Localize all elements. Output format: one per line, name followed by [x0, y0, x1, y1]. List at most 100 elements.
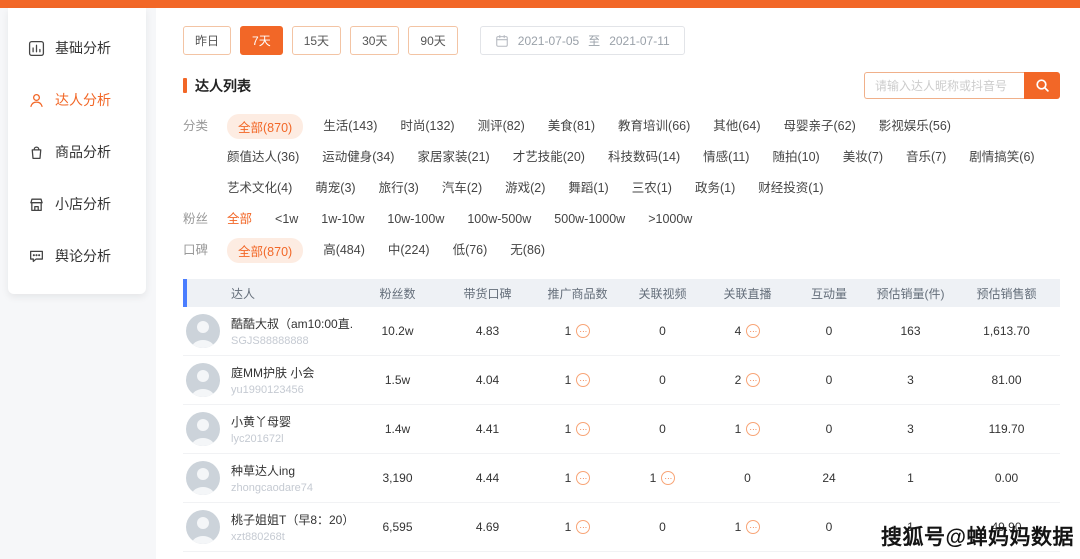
- table-cell: 0: [620, 373, 705, 387]
- table-cell: 1 ···: [535, 422, 620, 436]
- filter-option[interactable]: >1000w: [648, 204, 692, 235]
- filter-label: 口碑: [183, 243, 209, 257]
- filter-option[interactable]: 三农(1): [632, 173, 672, 204]
- influencer-avatar: [186, 314, 220, 348]
- filter-option[interactable]: 母婴亲子(62): [784, 111, 856, 142]
- filter-option[interactable]: 全部(870): [227, 238, 304, 263]
- cell-value: 2: [734, 373, 742, 387]
- more-icon[interactable]: ···: [576, 324, 591, 338]
- more-icon[interactable]: ···: [576, 471, 591, 485]
- filters: 分类 全部(870) 生活(143) 时尚(132) 测评(82) 美食(81) 教育培训(…: [183, 111, 1060, 266]
- filter-option[interactable]: 旅行(3): [379, 173, 419, 204]
- more-icon[interactable]: ···: [576, 520, 591, 534]
- filter-option[interactable]: 生活(143): [323, 111, 377, 142]
- table-cell: 0: [705, 471, 790, 485]
- filter-option[interactable]: 500w-1000w: [554, 204, 625, 235]
- filter-option[interactable]: 才艺技能(20): [513, 142, 585, 173]
- filter-option[interactable]: 家居家装(21): [417, 142, 489, 173]
- more-icon[interactable]: ···: [746, 373, 761, 387]
- sidebar-item-5[interactable]: 舆论分析: [8, 230, 146, 282]
- cell-value: 4.41: [475, 422, 500, 436]
- filter-option[interactable]: <1w: [275, 204, 298, 235]
- filter-option[interactable]: 游戏(2): [505, 173, 545, 204]
- filter-option[interactable]: 时尚(132): [400, 111, 454, 142]
- more-icon[interactable]: ···: [576, 422, 591, 436]
- filter-option[interactable]: 情感(11): [703, 142, 749, 173]
- filter-option[interactable]: 颜值达人(36): [227, 142, 299, 173]
- filter-option[interactable]: 低(76): [453, 235, 488, 266]
- influencer-name[interactable]: 桃子姐姐T（早8：20）: [231, 511, 353, 528]
- table-cell: 1 ···: [535, 373, 620, 387]
- filter-option[interactable]: 1w-10w: [321, 204, 364, 235]
- table-row[interactable]: 小黄丫母婴 lyc201672l 1.4w 4.41 1 ··· 0 1 ··· 0 3 119.70: [183, 405, 1060, 454]
- filter-option[interactable]: 运动健身(34): [322, 142, 394, 173]
- date-range-picker[interactable]: 2021-07-05 至 2021-07-11: [479, 26, 685, 55]
- cell-value: 1,613.70: [983, 324, 1030, 338]
- influencer-name[interactable]: 庭MM护肤 小会: [231, 364, 314, 381]
- filter-option[interactable]: 其他(64): [713, 111, 760, 142]
- cell-value: 24: [822, 471, 836, 485]
- influencer-cell: 庭MM护肤 小会 yu1990123456: [183, 363, 355, 397]
- influencer-cell: 桃子姐姐T（早8：20） xzt880268t: [183, 510, 355, 544]
- table-cell: 1 ···: [620, 471, 705, 485]
- filter-option[interactable]: 财经投资(1): [758, 173, 823, 204]
- cell-value: 1: [564, 471, 572, 485]
- date-filter-toolbar: 昨日 7天 15天 30天 90天 2021-07-05 至 2021-07-11: [183, 26, 1060, 55]
- cell-value: 0: [659, 422, 666, 436]
- filter-option[interactable]: 政务(1): [695, 173, 735, 204]
- date-button[interactable]: 昨日: [183, 26, 232, 55]
- filter-option[interactable]: 艺术文化(4): [227, 173, 292, 204]
- main-content: 昨日 7天 15天 30天 90天 2021-07-05 至 2021-07-11 达人…: [156, 8, 1080, 559]
- more-icon[interactable]: ···: [746, 422, 761, 436]
- filter-option[interactable]: 高(484): [323, 235, 365, 266]
- filter-option[interactable]: 10w-100w: [387, 204, 444, 235]
- more-icon[interactable]: ···: [576, 373, 591, 387]
- influencer-name[interactable]: 酷酷大叔（am10:00直...: [231, 315, 353, 332]
- cell-value: 1: [734, 422, 742, 436]
- sidebar-item-1[interactable]: 基础分析: [8, 22, 146, 74]
- date-button[interactable]: 7天: [240, 26, 283, 55]
- shop-icon: [28, 196, 45, 213]
- search-button[interactable]: [1024, 72, 1060, 99]
- filter-option[interactable]: 无(86): [510, 235, 545, 266]
- table-cell: 3,190: [355, 471, 440, 485]
- filter-option[interactable]: 测评(82): [478, 111, 525, 142]
- filter-option[interactable]: 汽车(2): [442, 173, 482, 204]
- influencer-name[interactable]: 种草达人ing: [231, 462, 313, 479]
- filter-option[interactable]: 全部: [227, 204, 252, 235]
- filter-option[interactable]: 全部(870): [227, 114, 304, 139]
- cell-value: 0: [825, 324, 833, 338]
- more-icon[interactable]: ···: [661, 471, 676, 485]
- date-button[interactable]: 90天: [408, 26, 458, 55]
- sidebar-item-3[interactable]: 商品分析: [8, 126, 146, 178]
- sidebar-item-label: 达人分析: [55, 92, 111, 108]
- cell-value: 6,595: [382, 520, 413, 534]
- filter-option[interactable]: 萌宠(3): [315, 173, 355, 204]
- influencer-avatar: [186, 363, 220, 397]
- filter-option[interactable]: 科技数码(14): [608, 142, 680, 173]
- table-row[interactable]: 种草达人ing zhongcaodare74 3,190 4.44 1 ··· 1 ··· 0 2…: [183, 454, 1060, 503]
- search-input[interactable]: [864, 72, 1024, 99]
- sidebar-item-2[interactable]: 达人分析: [8, 74, 146, 126]
- table-row[interactable]: 酷酷大叔（am10:00直... SGJS88888888 10.2w 4.83 1 ··…: [183, 307, 1060, 356]
- sidebar-item-label: 舆论分析: [55, 248, 111, 264]
- date-button[interactable]: 30天: [350, 26, 400, 55]
- influencer-name[interactable]: 小黄丫母婴: [231, 413, 291, 430]
- filter-option[interactable]: 剧情搞笑(6): [969, 142, 1034, 173]
- filter-option[interactable]: 教育培训(66): [618, 111, 690, 142]
- more-icon[interactable]: ···: [746, 324, 761, 338]
- filter-option[interactable]: 舞蹈(1): [568, 173, 608, 204]
- sidebar-item-4[interactable]: 小店分析: [8, 178, 146, 230]
- filter-option[interactable]: 随拍(10): [772, 142, 819, 173]
- date-end: 2021-07-11: [609, 33, 670, 48]
- filter-option[interactable]: 音乐(7): [906, 142, 946, 173]
- date-button[interactable]: 15天: [291, 26, 342, 55]
- table-row[interactable]: 庭MM护肤 小会 yu1990123456 1.5w 4.04 1 ··· 0 2 ··· 0 3 8…: [183, 356, 1060, 405]
- filter-option[interactable]: 100w-500w: [467, 204, 531, 235]
- section-title: 达人列表: [183, 76, 251, 96]
- filter-option[interactable]: 中(224): [388, 235, 430, 266]
- filter-option[interactable]: 影视娱乐(56): [879, 111, 951, 142]
- filter-option[interactable]: 美妆(7): [843, 142, 883, 173]
- filter-option[interactable]: 美食(81): [548, 111, 595, 142]
- more-icon[interactable]: ···: [746, 520, 761, 534]
